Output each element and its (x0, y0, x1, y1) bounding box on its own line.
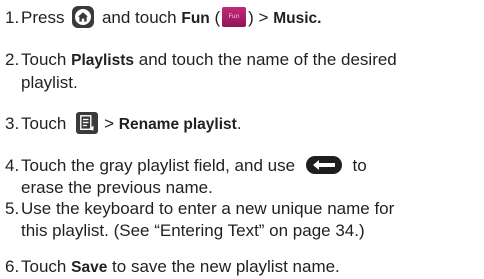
step-text-segment: this playlist. (See “Entering Text” on p… (21, 221, 365, 240)
step-text: Touch the gray playlist field, and use t… (21, 155, 481, 199)
backspace-key-icon (305, 155, 342, 174)
step-number: 6. (5, 257, 20, 276)
step-text-segment: playlist. (21, 73, 78, 92)
step-number: 2. (5, 50, 20, 69)
step-text: Press and touch Fun (Fun) > Music. (21, 5, 481, 30)
step-text-segment: ( (214, 8, 221, 27)
step-text: Touch Playlists and touch the name of th… (21, 49, 481, 94)
step-text-segment: > (104, 114, 115, 133)
fun-app-icon-label: Fun (228, 12, 240, 20)
step-text-segment: Use the keyboard to enter a new unique n… (21, 199, 395, 218)
step-text: Touch > Rename playlist. (21, 111, 481, 136)
step-text-segment: Press (21, 8, 65, 27)
home-key-icon (72, 5, 95, 28)
step-text-segment: Touch (21, 114, 67, 133)
step-text-segment: to save the new playlist name. (112, 257, 340, 276)
fun-label: Fun (181, 10, 210, 27)
save-label: Save (71, 259, 108, 276)
step-text-segment: erase the previous name. (21, 178, 213, 197)
fun-app-icon: Fun (222, 6, 247, 27)
menu-key-icon (76, 111, 99, 134)
step-text-segment: Touch (21, 257, 67, 276)
step-number: 1. (5, 8, 20, 27)
step-text-segment: Touch (21, 50, 67, 69)
music-label: Music. (273, 10, 322, 27)
step-text: Touch Save to save the new playlist name… (21, 256, 481, 279)
playlists-label: Playlists (71, 52, 135, 69)
step-text-segment: Touch the gray playlist field, and use (21, 156, 296, 175)
step-text-segment: and touch the name of the desired (138, 50, 397, 69)
step-number: 4. (5, 156, 20, 175)
step-number: 5. (5, 199, 20, 218)
rename-playlist-label: Rename playlist (118, 116, 237, 133)
step-text-segment: ) > (248, 8, 269, 27)
step-text-segment: and touch (101, 8, 177, 27)
step-text-segment: . (236, 114, 242, 133)
step-number: 3. (5, 114, 20, 133)
step-text-segment: to (352, 156, 367, 175)
step-text: Use the keyboard to enter a new unique n… (21, 198, 481, 242)
